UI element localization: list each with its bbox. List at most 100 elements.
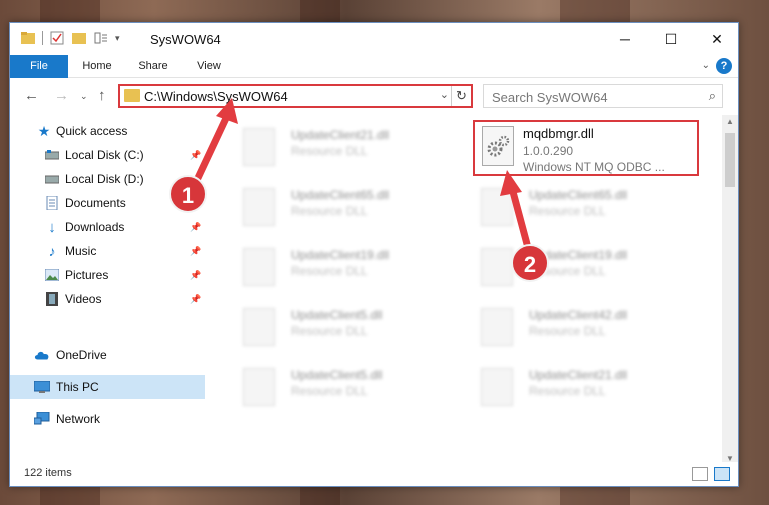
sidebar-item-music[interactable]: ♪ Music 📌 (10, 239, 205, 263)
sidebar-item-label: OneDrive (56, 348, 107, 362)
up-arrow-icon[interactable]: ↑ (98, 87, 106, 104)
file-tile[interactable]: UpdateClient21.dll Resource DLL (235, 120, 460, 176)
maximize-button[interactable]: ☐ (648, 23, 694, 55)
file-tile[interactable]: UpdateClient65.dll Resource DLL (473, 180, 698, 236)
drive-icon (44, 172, 60, 186)
sidebar-item-label: Network (56, 412, 101, 426)
sidebar-item-label: Local Disk (D:) (65, 172, 144, 186)
folder-icon (21, 32, 35, 44)
music-icon: ♪ (48, 243, 56, 259)
file-tile[interactable]: UpdateClient19.dll Resource DLL (235, 240, 460, 296)
search-box[interactable]: Search SysWOW64 ⌕ (483, 84, 723, 108)
file-tile[interactable]: UpdateClient65.dll Resource DLL (235, 180, 460, 236)
sidebar-item-label: This PC (56, 380, 99, 394)
navigation-pane: ★ Quick access Local Disk (C:) 📌 Local D… (10, 115, 205, 465)
dll-file-icon (481, 308, 513, 346)
tiles-view-icon[interactable] (714, 467, 730, 481)
sidebar-item-label: Quick access (56, 124, 128, 138)
search-icon[interactable]: ⌕ (709, 88, 716, 104)
file-tile[interactable]: UpdateClient42.dll Resource DLL (473, 300, 698, 356)
file-name: UpdateClient65.dll (291, 188, 390, 202)
status-bar: 122 items (10, 462, 738, 486)
file-type: Resource DLL (291, 264, 368, 278)
sidebar-item-local-disk-c[interactable]: Local Disk (C:) 📌 (10, 143, 205, 167)
vertical-scrollbar[interactable]: ▲ ▼ (722, 115, 738, 465)
chevron-down-icon[interactable]: ⌄ (440, 88, 449, 101)
sidebar-item-label: Local Disk (C:) (65, 148, 144, 162)
document-icon (44, 196, 60, 210)
file-tile[interactable]: UpdateClient19.dll Resource DLL (473, 240, 698, 296)
file-name: UpdateClient5.dll (291, 308, 383, 322)
new-folder-icon[interactable] (71, 30, 87, 46)
pin-icon[interactable]: 📌 (190, 294, 201, 305)
sidebar-item-network[interactable]: Network (10, 407, 205, 431)
tab-share[interactable]: Share (128, 55, 178, 78)
customize-toolbar-icon[interactable] (93, 30, 109, 46)
picture-icon (44, 268, 60, 282)
file-description: Windows NT MQ ODBC ... (523, 160, 665, 174)
file-name: mqdbmgr.dll (523, 126, 594, 141)
pin-icon[interactable]: 📌 (190, 270, 201, 281)
help-icon[interactable]: ? (716, 58, 732, 74)
file-name: UpdateClient21.dll (529, 368, 628, 382)
sidebar-item-label: Videos (65, 292, 102, 306)
scroll-up-icon[interactable]: ▲ (722, 117, 738, 126)
step-badge-1: 1 (169, 175, 207, 213)
refresh-icon[interactable]: ↻ (451, 86, 471, 106)
sidebar-item-pictures[interactable]: Pictures 📌 (10, 263, 205, 287)
sidebar-item-label: Documents (65, 196, 126, 210)
dll-settings-icon (482, 126, 514, 166)
tab-file[interactable]: File (10, 55, 68, 78)
dll-file-icon (481, 188, 513, 226)
recent-locations-icon[interactable]: ⌄ (80, 91, 88, 102)
dll-file-icon (481, 248, 513, 286)
pin-icon[interactable]: 📌 (190, 222, 201, 233)
sidebar-item-label: Pictures (65, 268, 109, 282)
address-bar[interactable]: C:\Windows\SysWOW64 ⌄ ↻ (118, 84, 473, 108)
item-count: 122 items (24, 467, 72, 479)
file-name: UpdateClient65.dll (529, 188, 628, 202)
highlighted-file-tile[interactable]: mqdbmgr.dll 1.0.0.290 Windows NT MQ ODBC… (473, 120, 699, 176)
explorer-window: ▾ SysWOW64 ─ ☐ ✕ File Home Share View ⌄ … (9, 22, 739, 487)
close-button[interactable]: ✕ (694, 23, 740, 55)
computer-icon (34, 380, 50, 394)
details-view-icon[interactable] (692, 467, 708, 481)
dll-file-icon (243, 188, 275, 226)
separator (42, 31, 43, 45)
forward-arrow-icon[interactable]: → (54, 87, 69, 104)
qat-dropdown-icon[interactable]: ▾ (115, 33, 120, 44)
file-tile[interactable]: UpdateClient5.dll Resource DLL (235, 360, 460, 416)
sidebar-item-downloads[interactable]: ↓ Downloads 📌 (10, 215, 205, 239)
sidebar-item-quick-access[interactable]: ★ Quick access (10, 119, 205, 143)
sidebar-item-this-pc[interactable]: This PC (10, 375, 205, 399)
file-type: Resource DLL (291, 384, 368, 398)
dll-file-icon (481, 368, 513, 406)
folder-icon (124, 89, 140, 102)
sidebar-item-onedrive[interactable]: OneDrive (10, 343, 205, 367)
sidebar-item-videos[interactable]: Videos 📌 (10, 287, 205, 311)
video-icon (44, 292, 60, 306)
pin-icon[interactable]: 📌 (190, 150, 201, 161)
file-type: Resource DLL (291, 144, 368, 158)
pin-icon[interactable]: 📌 (190, 246, 201, 257)
file-type: Resource DLL (529, 384, 606, 398)
back-arrow-icon[interactable]: ← (24, 87, 39, 104)
network-icon (34, 412, 50, 426)
file-tile[interactable]: UpdateClient5.dll Resource DLL (235, 300, 460, 356)
window-title: SysWOW64 (150, 32, 221, 47)
title-bar: ▾ SysWOW64 ─ ☐ ✕ (10, 23, 738, 55)
file-tile[interactable]: UpdateClient21.dll Resource DLL (473, 360, 698, 416)
drive-icon (44, 148, 60, 162)
minimize-button[interactable]: ─ (602, 23, 648, 55)
file-name: UpdateClient42.dll (529, 308, 628, 322)
address-path: C:\Windows\SysWOW64 (144, 89, 288, 104)
scroll-thumb[interactable] (725, 133, 735, 187)
file-list: UpdateClient21.dll Resource DLL UpdateCl… (215, 115, 720, 465)
tab-home[interactable]: Home (72, 55, 122, 78)
dll-file-icon (243, 248, 275, 286)
tab-view[interactable]: View (184, 55, 234, 78)
file-type: Resource DLL (529, 204, 606, 218)
properties-icon[interactable] (49, 30, 65, 46)
expand-ribbon-icon[interactable]: ⌄ (702, 60, 710, 71)
sidebar-item-label: Downloads (65, 220, 125, 234)
